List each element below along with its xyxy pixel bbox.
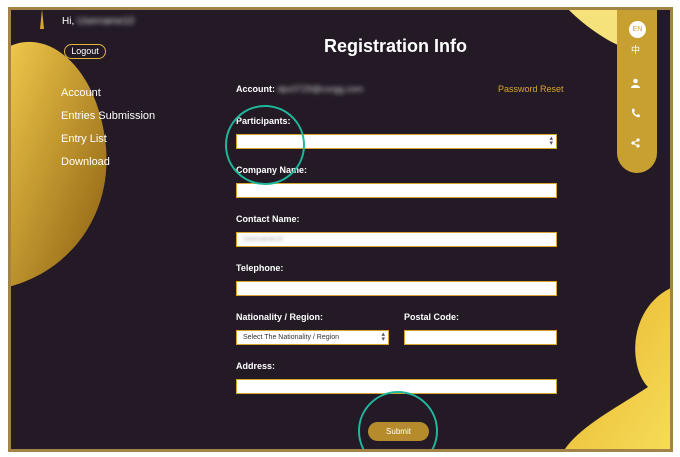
contact-name-input[interactable]: Username10 — [236, 232, 557, 247]
nav-item-account[interactable]: Account — [61, 87, 101, 99]
nav-item-download[interactable]: Download — [61, 156, 110, 168]
page-frame: Hi, Username10 Logout Account Entries Su… — [8, 7, 673, 452]
nationality-select[interactable]: Select The Nationality / Region ▴ ▾ — [236, 330, 389, 345]
telephone-input[interactable] — [236, 281, 557, 296]
select-arrows-icon: ▴ ▾ — [381, 331, 385, 343]
nav-item-entry-list[interactable]: Entry List — [61, 133, 107, 145]
greeting: Hi, Username10 — [62, 16, 135, 27]
phone-icon[interactable] — [631, 108, 640, 118]
contact-name-label: Contact Name: — [236, 214, 300, 224]
company-name-input[interactable] — [236, 183, 557, 198]
nationality-label: Nationality / Region: — [236, 312, 324, 322]
postal-code-label: Postal Code: — [404, 312, 460, 322]
left-blob-tip — [40, 10, 44, 29]
username: Username10 — [77, 16, 135, 27]
lang-zh-button[interactable]: 中 — [631, 43, 640, 56]
account-value: dpc0729@corgg.com — [277, 84, 364, 94]
user-icon[interactable] — [631, 78, 640, 88]
telephone-label: Telephone: — [236, 263, 284, 273]
bottom-right-blob — [565, 288, 670, 449]
address-label: Address: — [236, 361, 276, 371]
password-reset-link[interactable]: Password Reset — [498, 84, 564, 94]
share-icon[interactable] — [631, 138, 640, 148]
select-arrows-icon: ▴ ▾ — [549, 135, 553, 147]
lang-en-button[interactable]: EN — [629, 21, 646, 38]
annotation-circle-participants — [225, 105, 305, 185]
account-row: Account: dpc0729@corgg.com — [236, 84, 364, 94]
page-title: Registration Info — [324, 36, 467, 56]
postal-code-input[interactable] — [404, 330, 557, 345]
nav-item-entries-submission[interactable]: Entries Submission — [61, 110, 155, 122]
